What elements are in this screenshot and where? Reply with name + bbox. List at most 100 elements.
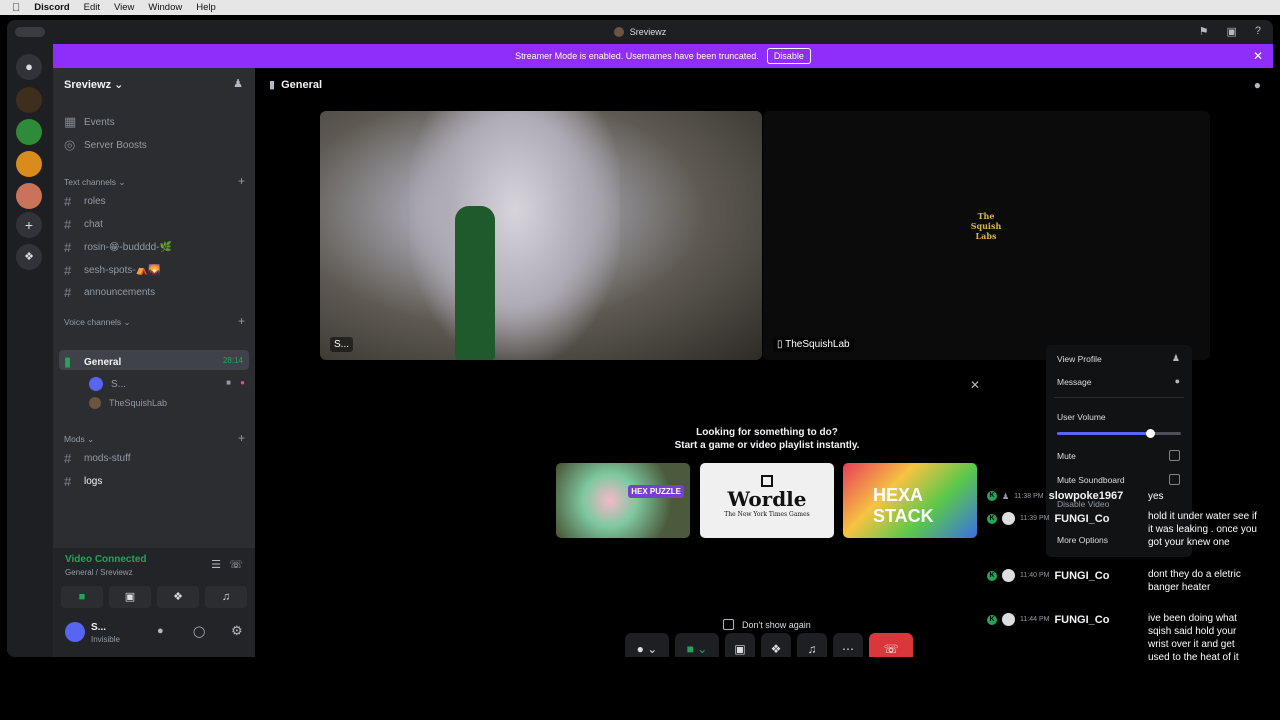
disconnect-icon[interactable]: ☏ (229, 558, 243, 571)
title-bar: Sreviewz ⚑ ▣ ? (7, 20, 1273, 44)
chat-badge-icon: K (987, 570, 997, 581)
window-controls[interactable] (15, 27, 45, 37)
channel-chat[interactable]: # chat (64, 217, 103, 232)
camera-toggle-button[interactable]: ■ ⌄ (675, 633, 719, 657)
message-item[interactable]: Message (1057, 377, 1092, 387)
chat-row-4: K 11:44 PM FUNGI_Co (987, 613, 1109, 626)
view-profile-item[interactable]: View Profile (1057, 354, 1102, 364)
card-title: HEX PUZZLE (628, 485, 684, 498)
noise-suppression-icon[interactable]: ☰ (211, 558, 221, 571)
microphone-icon[interactable]: ● (157, 625, 164, 637)
server-icon-small (613, 27, 624, 37)
channel-announcements[interactable]: # announcements (64, 285, 155, 300)
more-options-button[interactable]: ⋯ (833, 633, 863, 657)
channel-sesh-spots[interactable]: # sesh-spots-⛺🌄 (64, 263, 161, 278)
discord-home-icon[interactable]: ● (16, 54, 42, 80)
voice-connected-title[interactable]: Video Connected (65, 554, 147, 565)
channel-logs[interactable]: # logs (64, 474, 102, 489)
apple-icon[interactable]:  (12, 2, 20, 14)
chat-message-3: dont they do a eletric banger heater (1148, 569, 1241, 593)
add-member-icon[interactable]: ♟ (233, 77, 243, 90)
activity-launcher: ✕ Looking for something to do? Start a g… (546, 366, 988, 630)
channel-roles[interactable]: # roles (64, 194, 106, 209)
video-tile-thesquishlab[interactable]: The Squish Labs ▯ TheSquishLab (763, 111, 1210, 360)
mute-soundboard-item[interactable]: Mute Soundboard (1057, 475, 1125, 485)
mods-category[interactable]: Mods ⌄ (64, 434, 94, 445)
squish-labs-logo: The Squish Labs (970, 211, 1002, 241)
events-item[interactable]: ▦ Events (64, 114, 115, 130)
mute-button[interactable]: ● ⌄ (625, 633, 669, 657)
user-name: S... (91, 622, 107, 633)
add-text-channel-icon[interactable]: + (238, 174, 245, 188)
speaker-icon: ▮ (64, 354, 72, 369)
server-name[interactable]: Sreviewz ⌄ (64, 78, 123, 91)
camera-button[interactable]: ■ (61, 586, 103, 608)
text-channels-category[interactable]: Text channels ⌄ (64, 177, 125, 188)
activity-card-hexa-stack[interactable]: HEXA STACK (843, 463, 977, 538)
avatar (1002, 613, 1015, 626)
menu-window[interactable]: Window (148, 2, 182, 13)
close-icon[interactable]: ✕ (970, 378, 980, 392)
headphones-icon[interactable]: ◯ (193, 625, 205, 638)
disable-button[interactable]: Disable (766, 48, 811, 64)
popout-icon[interactable]: ▣ (1226, 25, 1236, 38)
add-server-icon[interactable]: + (16, 212, 42, 238)
share-screen-button[interactable]: ▣ (725, 633, 755, 657)
activities-button[interactable]: ❖ (761, 633, 791, 657)
gear-icon[interactable]: ⚙ (231, 623, 243, 639)
avatar (1002, 569, 1015, 582)
channel-mods-stuff[interactable]: # mods-stuff (64, 451, 131, 466)
video-label-thesquishlab: ▯ TheSquishLab (773, 337, 854, 352)
menu-app[interactable]: Discord (34, 2, 69, 13)
mute-soundboard-checkbox[interactable] (1169, 474, 1180, 485)
chat-bubble-icon[interactable]: ● (1254, 78, 1261, 92)
explore-icon[interactable]: ❖ (16, 244, 42, 270)
soundboard-button[interactable]: ♫ (205, 586, 247, 608)
activity-card-wordle[interactable]: Wordle The New York Times Games (700, 463, 834, 538)
boosts-item[interactable]: ◎ Server Boosts (64, 137, 147, 153)
soundboard-button[interactable]: ♫ (797, 633, 827, 657)
more-options-item[interactable]: More Options (1057, 535, 1108, 545)
server-icon-2[interactable] (16, 119, 42, 145)
chat-badge-icon: K (987, 513, 997, 524)
activity-card-hex-puzzle[interactable]: HEX PUZZLE (556, 463, 690, 538)
server-icon-3[interactable] (16, 151, 42, 177)
hangup-button[interactable]: ☏ (869, 633, 913, 657)
menu-view[interactable]: View (114, 2, 134, 13)
dont-show-checkbox[interactable] (723, 619, 734, 630)
volume-slider-handle[interactable] (1146, 429, 1155, 438)
avatar[interactable] (65, 622, 85, 642)
user-status: Invisible (91, 635, 120, 644)
menu-edit[interactable]: Edit (84, 2, 100, 13)
channel-rosin[interactable]: # rosin-😁-budddd-🌿 (64, 240, 172, 255)
phone-icon: ▯ (777, 339, 783, 350)
close-icon[interactable]: ✕ (1253, 49, 1263, 63)
voice-user-1[interactable]: S... (89, 377, 126, 391)
screenshare-button[interactable]: ▣ (109, 586, 151, 608)
call-controls: ● ⌄ ■ ⌄ ▣ ❖ ♫ ⋯ ☏ (625, 633, 913, 657)
server-icon-sreviewz[interactable] (16, 87, 42, 113)
hash-icon: # (64, 451, 72, 466)
chat-badge-icon: K (987, 614, 997, 625)
hash-icon: # (64, 474, 72, 489)
video-tile-user[interactable]: S... (320, 111, 762, 360)
voice-user-2[interactable]: TheSquishLab (89, 397, 167, 409)
voice-channel-general[interactable]: ▮ General (64, 354, 121, 370)
server-icon-4[interactable] (16, 183, 42, 209)
chat-badge-icon: K (987, 491, 997, 501)
voice-channels-category[interactable]: Voice channels ⌄ (64, 317, 131, 328)
inbox-icon[interactable]: ⚑ (1199, 25, 1209, 38)
add-voice-channel-icon[interactable]: + (238, 314, 245, 328)
mute-item[interactable]: Mute (1057, 451, 1076, 461)
add-mods-channel-icon[interactable]: + (238, 431, 245, 445)
mute-checkbox[interactable] (1169, 450, 1180, 461)
activities-button[interactable]: ❖ (157, 586, 199, 608)
voice-connected-subtitle[interactable]: General / Sreviewz (65, 568, 133, 577)
help-icon[interactable]: ? (1255, 25, 1261, 38)
avatar (89, 397, 101, 409)
menu-help[interactable]: Help (196, 2, 216, 13)
wordle-grid-icon (761, 475, 773, 487)
user-icon: ♟ (1002, 491, 1010, 501)
volume-slider-track[interactable] (1057, 429, 1181, 438)
dont-show-row: Don't show again (723, 619, 811, 630)
